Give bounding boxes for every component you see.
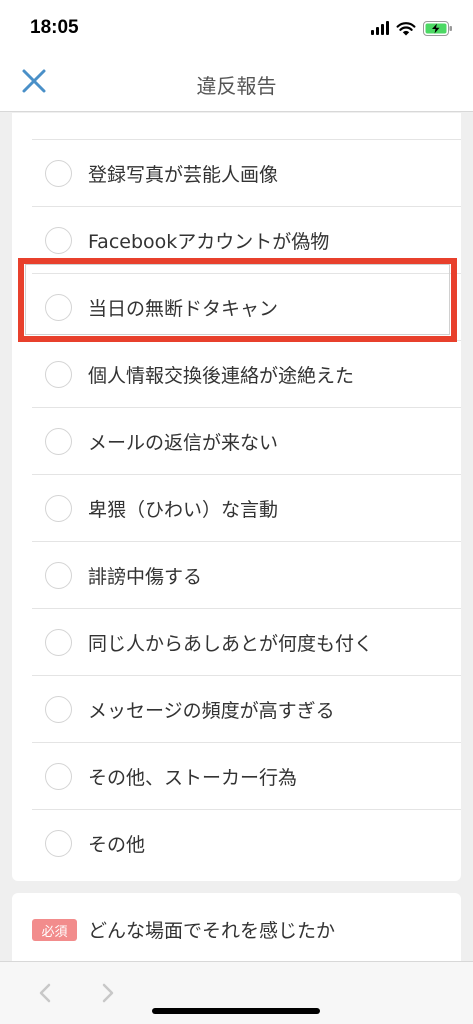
radio-button[interactable] — [45, 561, 72, 589]
option-message-frequency[interactable]: メッセージの頻度が高すぎる — [32, 676, 461, 743]
radio-button[interactable] — [45, 159, 72, 187]
option-label: その他 — [88, 834, 146, 856]
option-celebrity-photo[interactable]: 登録写真が芸能人画像 — [32, 140, 461, 207]
option-label: 個人情報交換後連絡が途絶えた — [88, 364, 355, 387]
option-label: 卑猥（ひわい）な言動 — [88, 498, 279, 521]
radio-button[interactable] — [45, 762, 72, 790]
home-indicator — [152, 1008, 320, 1014]
chevron-left-icon[interactable] — [35, 982, 55, 1004]
option-contact-lost[interactable]: 個人情報交換後連絡が途絶えた — [32, 341, 461, 408]
bottom-toolbar — [0, 961, 473, 1024]
radio-button[interactable] — [45, 628, 72, 656]
options-card: 登録写真が芸能人画像 Facebookアカウントが偽物 当日の無断ドタキャン 個… — [12, 113, 461, 881]
radio-button[interactable] — [45, 494, 72, 522]
option-label: 同じ人からあしあとが何度も付く — [88, 632, 374, 655]
option-label: Facebookアカウントが偽物 — [88, 230, 330, 253]
option-label: その他、ストーカー行為 — [88, 766, 298, 789]
option-label: 誹謗中傷する — [88, 565, 203, 588]
radio-button[interactable] — [45, 830, 72, 857]
option-other[interactable]: その他 — [32, 810, 461, 877]
required-badge: 必須 — [32, 919, 77, 941]
option-slander[interactable]: 誹謗中傷する — [32, 542, 461, 609]
option-label: メッセージの頻度が高すぎる — [88, 699, 335, 722]
nav-bar: 違反報告 — [0, 52, 473, 112]
battery-charging-icon — [423, 20, 452, 36]
option-no-reply[interactable]: メールの返信が来ない — [32, 408, 461, 475]
option-footprints[interactable]: 同じ人からあしあとが何度も付く — [32, 609, 461, 676]
option-label: 登録写真が芸能人画像 — [88, 163, 279, 186]
page-title: 違反報告 — [196, 74, 277, 98]
radio-button[interactable] — [45, 226, 72, 254]
radio-button[interactable] — [45, 360, 72, 388]
option-partial — [32, 113, 461, 140]
chevron-right-icon[interactable] — [98, 982, 118, 1004]
wifi-icon — [396, 21, 416, 35]
status-time: 18:05 — [30, 17, 79, 38]
required-question-card: 必須 どんな場面でそれを感じたか — [12, 893, 461, 961]
required-question: どんな場面でそれを感じたか — [88, 920, 336, 942]
status-icons — [371, 19, 453, 37]
status-bar: 18:05 — [0, 0, 473, 52]
option-obscene[interactable]: 卑猥（ひわい）な言動 — [32, 475, 461, 542]
radio-button[interactable] — [45, 427, 72, 455]
signal-icon — [371, 21, 389, 35]
option-label: メールの返信が来ない — [88, 431, 279, 454]
option-stalking[interactable]: その他、ストーカー行為 — [32, 743, 461, 810]
radio-button[interactable] — [45, 695, 72, 723]
screen: 18:05 違反報告 登録写真が芸能人画像 Facebookアカウントが偽物 当… — [0, 0, 473, 1024]
report-content: 登録写真が芸能人画像 Facebookアカウントが偽物 当日の無断ドタキャン 個… — [0, 113, 473, 961]
highlight-inner-border — [25, 264, 450, 335]
